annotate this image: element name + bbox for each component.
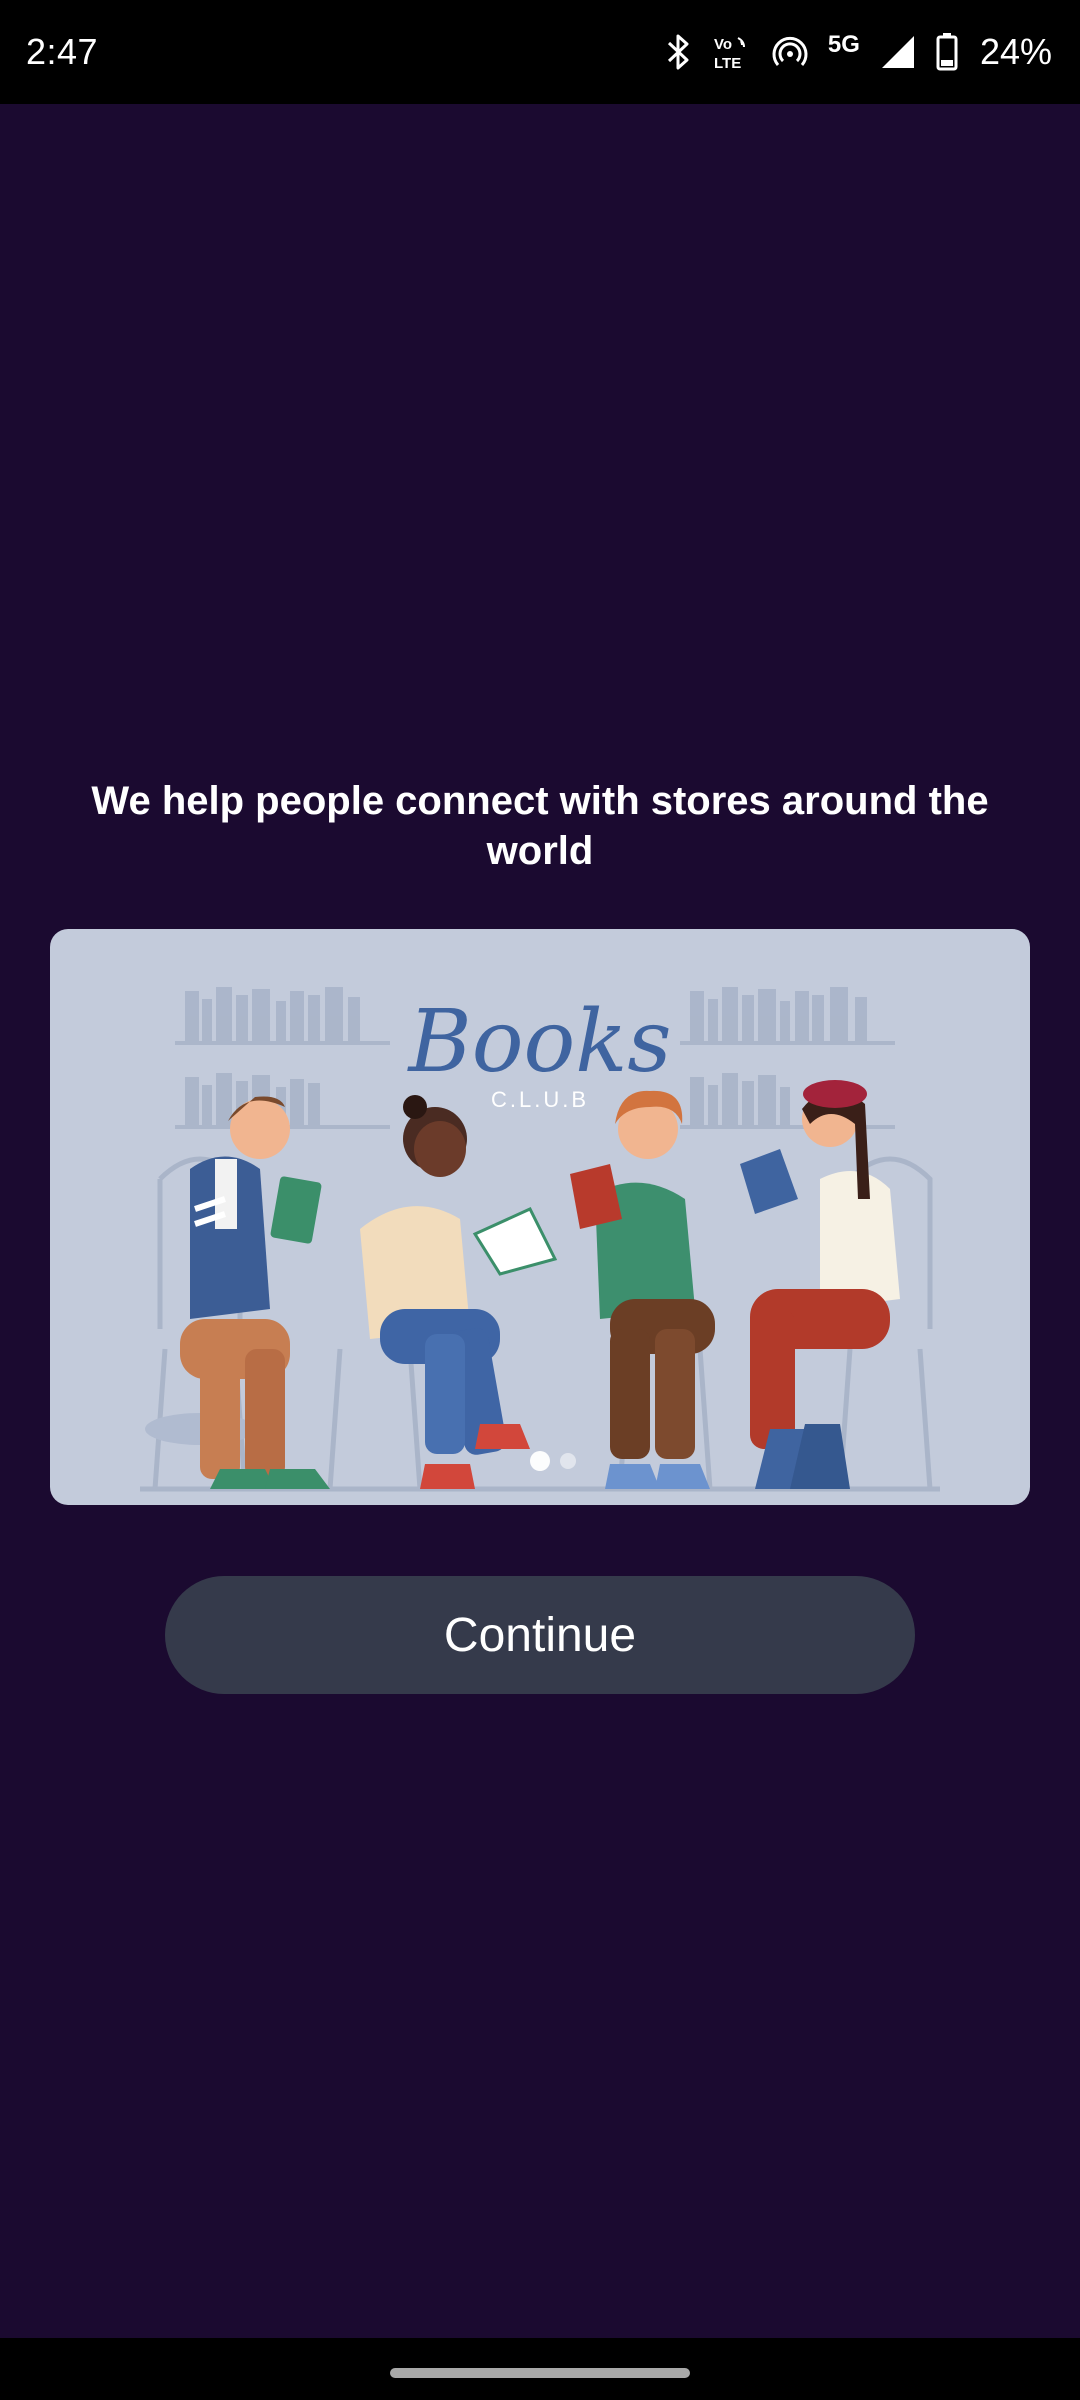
continue-button[interactable]: Continue xyxy=(165,1576,915,1694)
svg-text:Vo: Vo xyxy=(714,36,732,53)
home-indicator[interactable] xyxy=(390,2368,690,2378)
reader-3-illustration xyxy=(570,1090,715,1489)
battery-percent: 24% xyxy=(979,31,1052,72)
carousel-indicator xyxy=(530,1451,576,1471)
books-logo-title: Books xyxy=(407,992,672,1092)
signal-icon xyxy=(880,34,916,70)
reader-1-illustration xyxy=(145,1096,330,1489)
network-type: 5G xyxy=(827,31,860,58)
onboarding-screen: We help people connect with stores aroun… xyxy=(0,104,1080,2338)
onboarding-headline: We help people connect with stores aroun… xyxy=(91,779,989,873)
volte-icon: Vo LTE xyxy=(712,32,752,72)
books-club-illustration: Books C.L.U.B xyxy=(50,929,1030,1505)
reader-2-illustration xyxy=(360,1095,558,1489)
books-logo-subtitle: C.L.U.B xyxy=(491,1087,589,1112)
navigation-bar xyxy=(0,2338,1080,2400)
reader-4-illustration xyxy=(740,1080,900,1489)
battery-icon xyxy=(936,33,958,71)
status-bar: 2:47 Vo LTE 5G 24% xyxy=(0,0,1080,104)
status-time: 2:47 xyxy=(26,31,99,72)
status-icons: Vo LTE 5G 24% xyxy=(666,31,1052,73)
bluetooth-icon xyxy=(666,33,692,71)
hotspot-icon xyxy=(772,34,808,70)
svg-text:LTE: LTE xyxy=(714,55,741,72)
